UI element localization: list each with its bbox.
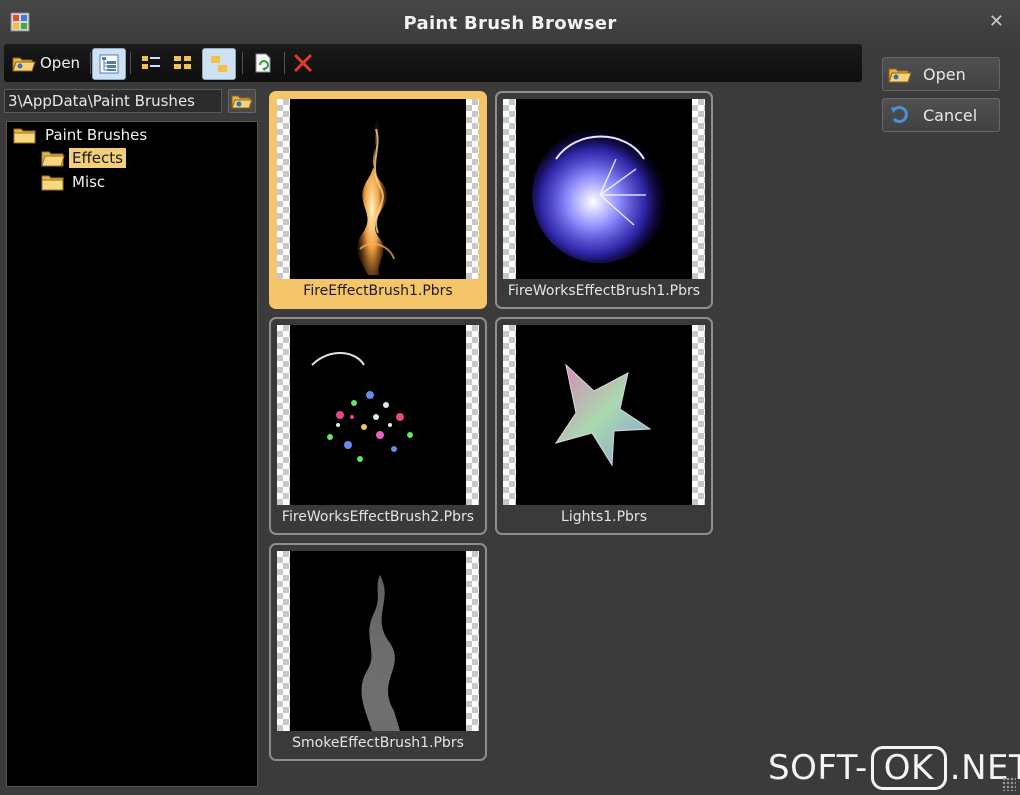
tree-view-button[interactable] [92, 48, 126, 80]
brush-thumbnail-lights[interactable]: Lights1.Pbrs [495, 317, 713, 535]
delete-button[interactable] [288, 48, 318, 78]
toolbar: Open [4, 44, 862, 82]
lights-brush-image [554, 363, 652, 467]
tree-item-effects[interactable]: Effects [41, 147, 126, 169]
open-folder-icon [888, 68, 912, 83]
tree-item-label: Effects [69, 148, 126, 168]
brush-preview [277, 551, 479, 731]
window-title: Paint Brush Browser [403, 13, 617, 34]
brush-name: FireWorksEffectBrush2.Pbrs [281, 509, 475, 525]
smoke-brush-image [361, 575, 400, 731]
brush-thumbnail-fire[interactable]: FireEffectBrush1.Pbrs [269, 91, 487, 309]
browse-folder-button[interactable] [228, 89, 256, 113]
delete-x-icon [294, 54, 312, 72]
tree-item-label: Misc [72, 173, 106, 191]
close-icon[interactable]: ✕ [989, 11, 1004, 32]
watermark-text: SOFT- [768, 748, 868, 788]
open-folder-icon [41, 151, 65, 167]
open-folder-icon [12, 57, 36, 72]
folder-icon [41, 175, 64, 191]
brush-name: FireEffectBrush1.Pbrs [303, 283, 453, 299]
browse-folder-icon [231, 95, 253, 109]
folder-tree: Paint Brushes Effects Misc [6, 121, 258, 787]
brush-thumbnail-fireworks-2[interactable]: FireWorksEffectBrush2.Pbrs [269, 317, 487, 535]
fireworks-brush-image [532, 127, 668, 263]
toolbar-separator [130, 52, 131, 74]
refresh-button[interactable] [248, 48, 278, 78]
toolbar-separator [90, 52, 91, 74]
brush-name: SmokeEffectBrush1.Pbrs [292, 735, 464, 751]
toolbar-open-button[interactable]: Open [8, 48, 84, 78]
small-icons-icon [174, 56, 191, 69]
tree-item-misc[interactable]: Misc [41, 171, 108, 193]
brush-thumbnail-smoke[interactable]: SmokeEffectBrush1.Pbrs [269, 543, 487, 761]
brush-preview [503, 325, 705, 505]
tree-item-label: Paint Brushes [45, 126, 148, 144]
tree-item-paint-brushes[interactable]: Paint Brushes [13, 124, 150, 146]
folder-icon [13, 128, 36, 144]
brush-name: FireWorksEffectBrush1.Pbrs [507, 283, 701, 299]
cancel-button-label: Cancel [923, 105, 978, 125]
small-icons-button[interactable] [168, 48, 198, 78]
brush-preview [277, 325, 479, 505]
list-view-button[interactable] [136, 48, 166, 78]
path-input[interactable]: 3\AppData\Paint Brushes [4, 89, 222, 113]
list-view-icon [142, 56, 160, 69]
refresh-document-icon [255, 53, 271, 73]
brush-name: Lights1.Pbrs [561, 509, 647, 525]
brush-preview [277, 99, 479, 279]
toolbar-open-label: Open [40, 54, 81, 72]
title-bar: Paint Brush Browser ✕ [0, 0, 1020, 46]
paint-brush-browser-window: Paint Brush Browser ✕ Open 3\AppData\Pai… [0, 0, 1020, 795]
tree-view-icon [99, 54, 119, 74]
toolbar-separator [284, 52, 285, 74]
brush-preview [503, 99, 705, 279]
undo-arrow-icon [891, 106, 908, 123]
toolbar-separator [242, 52, 243, 74]
fire-brush-image [356, 111, 395, 275]
fireworks-brush-image [311, 351, 413, 462]
open-button[interactable]: Open [882, 57, 1000, 91]
resize-grip[interactable] [1002, 777, 1016, 791]
brush-thumbnail-fireworks-1[interactable]: FireWorksEffectBrush1.Pbrs [495, 91, 713, 309]
cancel-button[interactable]: Cancel [882, 98, 1000, 132]
watermark-box-text: OK [870, 746, 947, 790]
watermark-logo: SOFT- OK .NET [768, 745, 1020, 791]
thumbnails-view-button[interactable] [202, 48, 236, 80]
thumbnails-icon [211, 56, 227, 72]
open-button-label: Open [923, 64, 966, 84]
